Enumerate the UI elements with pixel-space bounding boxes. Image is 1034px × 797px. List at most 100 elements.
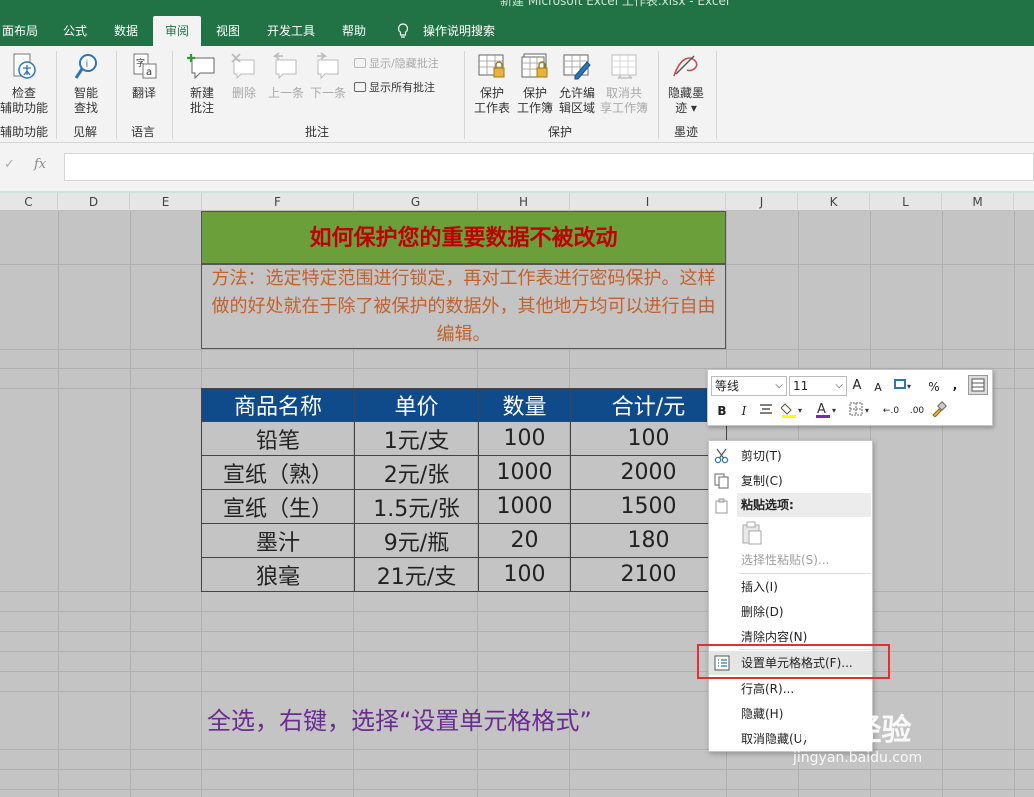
delete-comment-button[interactable]: 删除	[226, 52, 262, 101]
insert-function-icon[interactable]: fx	[34, 157, 46, 172]
column-header[interactable]: E	[130, 193, 202, 211]
protect-sheet-icon	[478, 54, 505, 78]
hide-ink-button[interactable]: 隐藏墨 迹 ▾	[664, 52, 708, 116]
new-comment-line2: 批注	[189, 101, 214, 115]
format-painter-toggle[interactable]	[968, 375, 988, 395]
data-table: 商品名称 单价 数量 合计/元 铅笔 1元/支 100 100 宣纸（熟） 2元…	[201, 388, 727, 592]
unshare-workbook-button[interactable]: 取消共 享工作簿	[598, 52, 650, 116]
table-cell[interactable]: 9元/瓶	[354, 523, 479, 558]
menu-item-insert[interactable]: 插入(I)	[709, 575, 872, 599]
sheet-description-cell[interactable]: 方法：选定特定范围进行锁定，再对工作表进行密码保护。这样做的好处就在于除了被保护…	[201, 264, 726, 349]
new-comment-button[interactable]: 新建 批注	[180, 52, 224, 116]
table-header-cell[interactable]: 单价	[354, 388, 479, 422]
table-header-cell[interactable]: 商品名称	[201, 388, 355, 422]
percent-style-button[interactable]: %	[926, 379, 942, 395]
svg-text:i: i	[86, 59, 89, 70]
tell-me-search[interactable]: 操作说明搜索	[418, 16, 500, 46]
table-cell[interactable]: 墨汁	[201, 523, 355, 558]
show-hide-comment-button[interactable]: 显示/隐藏批注	[354, 55, 439, 71]
menu-item-paste-special[interactable]: 选择性粘贴(S)...	[709, 548, 872, 572]
table-cell[interactable]: 1.5元/张	[354, 489, 479, 524]
next-comment-button[interactable]: 下一条	[306, 52, 350, 101]
table-cell[interactable]: 2100	[570, 557, 727, 592]
center-align-button[interactable]	[758, 403, 774, 419]
table-cell[interactable]: 100	[478, 557, 571, 592]
table-cell[interactable]: 铅笔	[201, 421, 355, 456]
table-cell[interactable]: 1元/支	[354, 421, 479, 456]
bold-icon: B	[717, 404, 727, 418]
table-cell[interactable]: 100	[478, 421, 571, 456]
tab-view[interactable]: 视图	[205, 16, 251, 46]
table-cell[interactable]: 21元/支	[354, 557, 479, 592]
protect-workbook-line2: 工作簿	[516, 101, 553, 115]
column-header[interactable]: D	[58, 193, 130, 211]
tab-data[interactable]: 数据	[103, 16, 149, 46]
table-header-cell[interactable]: 数量	[478, 388, 571, 422]
formula-input[interactable]	[64, 153, 1034, 181]
table-row: 铅笔 1元/支 100 100	[201, 421, 727, 456]
enter-check-icon[interactable]: ✓	[4, 157, 15, 172]
table-cell[interactable]: 100	[570, 421, 727, 456]
previous-comment-button[interactable]: 上一条	[264, 52, 308, 101]
bold-button[interactable]: B	[716, 403, 728, 419]
allow-edit-ranges-button[interactable]: 允许编 辑区域	[556, 52, 598, 116]
table-cell[interactable]: 宣纸（生）	[201, 489, 355, 524]
baidu-watermark-url: jingyan.baidu.com	[793, 750, 923, 766]
menu-item-copy[interactable]: 复制(C)	[709, 469, 872, 493]
column-header[interactable]: C	[0, 193, 58, 211]
column-header[interactable]: M	[942, 193, 1014, 211]
paste-option-button[interactable]	[741, 521, 763, 548]
protect-sheet-button[interactable]: 保护 工作表	[472, 52, 512, 116]
tab-page-layout[interactable]: 面布局	[0, 16, 40, 46]
group-separator	[56, 51, 57, 139]
column-header[interactable]: I	[570, 193, 726, 211]
number-format-button[interactable]: ▾	[890, 377, 918, 397]
font-color-button[interactable]: A ▾	[814, 401, 840, 423]
table-cell[interactable]: 1000	[478, 455, 571, 490]
paintbrush-icon	[932, 401, 947, 418]
table-header-cell[interactable]: 合计/元	[570, 388, 727, 422]
smart-lookup-button[interactable]: i 智能 查找	[64, 52, 108, 116]
column-header[interactable]: K	[798, 193, 870, 211]
column-header[interactable]: G	[354, 193, 478, 211]
format-painter-button[interactable]	[930, 401, 948, 421]
table-cell[interactable]: 宣纸（熟）	[201, 455, 355, 490]
font-size-select[interactable]: 11 ⌵	[789, 376, 847, 396]
column-header[interactable]: L	[870, 193, 942, 211]
increase-decimal-button[interactable]: ←.0	[880, 403, 902, 419]
table-cell[interactable]: 20	[478, 523, 571, 558]
table-cell[interactable]: 1500	[570, 489, 727, 524]
show-all-comments-button[interactable]: 显示所有批注	[354, 79, 435, 95]
tab-help[interactable]: 帮助	[331, 16, 377, 46]
decrease-font-button[interactable]: A	[872, 380, 884, 396]
table-cell[interactable]: 1000	[478, 489, 571, 524]
group-protect-label: 保护	[548, 125, 573, 139]
tab-formulas[interactable]: 公式	[52, 16, 98, 46]
borders-button[interactable]: ▾	[848, 401, 874, 421]
protect-workbook-button[interactable]: 保护 工作簿	[514, 52, 556, 116]
increase-font-button[interactable]: A	[850, 378, 864, 394]
table-cell[interactable]: 2元/张	[354, 455, 479, 490]
column-header[interactable]: J	[726, 193, 798, 211]
table-cell[interactable]: 狼毫	[201, 557, 355, 592]
paste-icon	[715, 498, 728, 514]
check-accessibility-button[interactable]: 检查 辅助功能	[0, 52, 48, 116]
comma-style-button[interactable]: ,	[948, 377, 962, 393]
tab-developer[interactable]: 开发工具	[257, 16, 325, 46]
menu-item-cut[interactable]: 剪切(T)	[709, 444, 872, 468]
sheet-title-cell[interactable]: 如何保护您的重要数据不被改动	[201, 211, 726, 264]
column-header[interactable]: F	[202, 193, 354, 211]
fill-color-button[interactable]: ▾	[780, 401, 806, 423]
column-header[interactable]: H	[478, 193, 570, 211]
translate-button[interactable]: 字a 翻译	[124, 52, 164, 101]
font-name-value: 等线	[715, 379, 740, 393]
menu-item-label: 插入(I)	[741, 580, 778, 594]
decrease-decimal-button[interactable]: .00	[906, 403, 928, 419]
menu-item-row-height[interactable]: 行高(R)...	[709, 677, 872, 701]
tab-review[interactable]: 审阅	[153, 16, 201, 46]
italic-button[interactable]: I	[738, 403, 750, 419]
table-cell[interactable]: 2000	[570, 455, 727, 490]
font-name-select[interactable]: 等线 ⌵	[711, 376, 787, 396]
menu-item-delete[interactable]: 删除(D)	[709, 600, 872, 624]
table-cell[interactable]: 180	[570, 523, 727, 558]
